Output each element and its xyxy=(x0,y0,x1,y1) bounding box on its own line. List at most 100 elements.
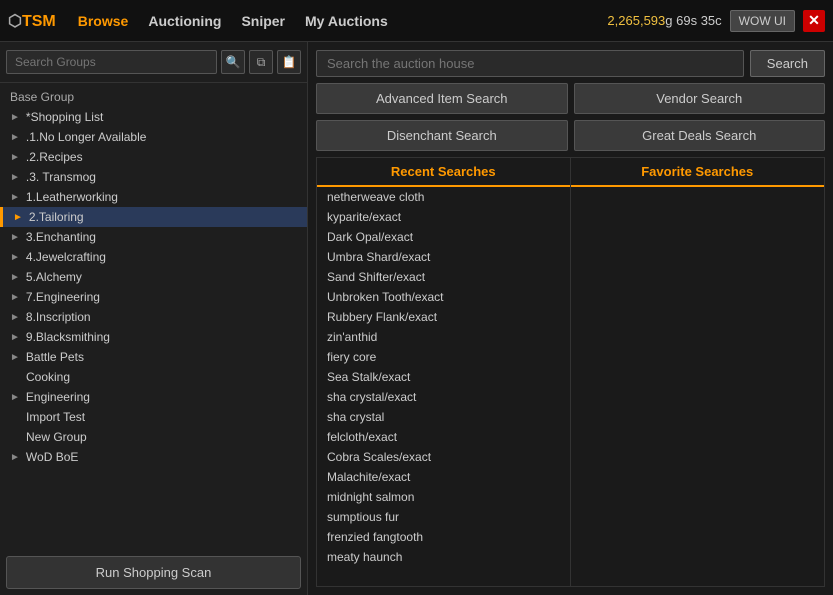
vendor-search-button[interactable]: Vendor Search xyxy=(574,83,826,114)
recent-search-item[interactable]: sha crystal/exact xyxy=(317,387,570,407)
tree-label: 5.Alchemy xyxy=(26,270,82,284)
main-layout: 🔍 ⧉ 📋 Base Group ► *Shopping List ► .1.N… xyxy=(0,42,833,595)
tree-label: WoD BoE xyxy=(26,450,78,464)
great-deals-search-button[interactable]: Great Deals Search xyxy=(574,120,826,151)
tree-label: 7.Engineering xyxy=(26,290,100,304)
recent-search-item[interactable]: Dark Opal/exact xyxy=(317,227,570,247)
recent-search-item[interactable]: sha crystal xyxy=(317,407,570,427)
tree-item-tailoring[interactable]: ► 2.Tailoring xyxy=(0,207,307,227)
tree-item-recipes[interactable]: ► .2.Recipes xyxy=(0,147,307,167)
tree-label: .3. Transmog xyxy=(26,170,96,184)
arrow-jc: ► xyxy=(10,252,20,263)
tree-label: New Group xyxy=(26,430,87,444)
run-shopping-scan-button[interactable]: Run Shopping Scan xyxy=(6,556,301,589)
recent-search-item[interactable]: zin'anthid xyxy=(317,327,570,347)
wow-ui-button[interactable]: WOW UI xyxy=(730,10,795,32)
recent-search-item[interactable]: fiery core xyxy=(317,347,570,367)
arrow-ins: ► xyxy=(10,312,20,323)
arrow-eng2: ► xyxy=(10,392,20,403)
advanced-item-search-button[interactable]: Advanced Item Search xyxy=(316,83,568,114)
arrow-wod: ► xyxy=(10,452,20,463)
tree-item-transmog[interactable]: ► .3. Transmog xyxy=(0,167,307,187)
recent-searches-header: Recent Searches xyxy=(317,158,570,187)
search-groups-icon-btn[interactable]: 🔍 xyxy=(221,50,245,74)
arrow-shopping-list: ► xyxy=(10,112,20,123)
tree-label: Battle Pets xyxy=(26,350,84,364)
close-button[interactable]: ✕ xyxy=(803,10,825,32)
search-button[interactable]: Search xyxy=(750,50,825,77)
tree-item-engineering2[interactable]: ► Engineering xyxy=(0,387,307,407)
recent-search-item[interactable]: felcloth/exact xyxy=(317,427,570,447)
tree-label: Import Test xyxy=(26,410,85,424)
tree-item-leatherworking[interactable]: ► 1.Leatherworking xyxy=(0,187,307,207)
tree-label: 9.Blacksmithing xyxy=(26,330,110,344)
search-groups-input[interactable] xyxy=(6,50,217,74)
group-search-row: 🔍 ⧉ 📋 xyxy=(0,42,307,83)
recent-search-item[interactable]: Sea Stalk/exact xyxy=(317,367,570,387)
tree-item-import-test[interactable]: Import Test xyxy=(0,407,307,427)
top-bar: ⬡TSM Browse Auctioning Sniper My Auction… xyxy=(0,0,833,42)
group-tree: Base Group ► *Shopping List ► .1.No Long… xyxy=(0,83,307,550)
arrow-tailoring: ► xyxy=(13,212,23,223)
nav-auctioning[interactable]: Auctioning xyxy=(138,13,231,29)
tree-label: *Shopping List xyxy=(26,110,103,124)
recent-search-item[interactable]: frenzied fangtooth xyxy=(317,527,570,547)
nav-my-auctions[interactable]: My Auctions xyxy=(295,13,398,29)
tree-item-jewelcrafting[interactable]: ► 4.Jewelcrafting xyxy=(0,247,307,267)
tree-item-alchemy[interactable]: ► 5.Alchemy xyxy=(0,267,307,287)
disenchant-search-button[interactable]: Disenchant Search xyxy=(316,120,568,151)
tree-label: Cooking xyxy=(26,370,70,384)
arrow-bs: ► xyxy=(10,332,20,343)
tree-item-cooking[interactable]: Cooking xyxy=(0,367,307,387)
tree-item-wod-boe[interactable]: ► WoD BoE xyxy=(0,447,307,467)
nav-browse[interactable]: Browse xyxy=(68,13,139,29)
tree-label: .1.No Longer Available xyxy=(26,130,147,144)
recent-search-item[interactable]: Unbroken Tooth/exact xyxy=(317,287,570,307)
recent-search-item[interactable]: Malachite/exact xyxy=(317,467,570,487)
recent-search-item[interactable]: kyparite/exact xyxy=(317,207,570,227)
recent-searches-list: netherweave clothkyparite/exactDark Opal… xyxy=(317,187,570,586)
arrow-recipes: ► xyxy=(10,152,20,163)
paste-icon-btn[interactable]: 📋 xyxy=(277,50,301,74)
arrow-bp: ► xyxy=(10,352,20,363)
favorite-searches-list xyxy=(571,187,825,586)
arrow-nla: ► xyxy=(10,132,20,143)
copy-icon-btn[interactable]: ⧉ xyxy=(249,50,273,74)
arrow-enchanting: ► xyxy=(10,232,20,243)
arrow-alchemy: ► xyxy=(10,272,20,283)
right-panel: Search Advanced Item Search Vendor Searc… xyxy=(308,42,833,595)
recent-search-item[interactable]: Rubbery Flank/exact xyxy=(317,307,570,327)
tree-label: 3.Enchanting xyxy=(26,230,96,244)
nav-sniper[interactable]: Sniper xyxy=(231,13,295,29)
recent-search-item[interactable]: netherweave cloth xyxy=(317,187,570,207)
recent-search-item[interactable]: meaty haunch xyxy=(317,547,570,567)
tree-item-battle-pets[interactable]: ► Battle Pets xyxy=(0,347,307,367)
left-panel: 🔍 ⧉ 📋 Base Group ► *Shopping List ► .1.N… xyxy=(0,42,308,595)
tree-label: 8.Inscription xyxy=(26,310,91,324)
recent-search-item[interactable]: midnight salmon xyxy=(317,487,570,507)
favorite-searches-header: Favorite Searches xyxy=(571,158,825,187)
top-right: 2,265,593g 69s 35c WOW UI ✕ xyxy=(607,10,825,32)
auction-search-row: Search xyxy=(316,50,825,77)
recent-search-item[interactable]: Umbra Shard/exact xyxy=(317,247,570,267)
recent-search-item[interactable]: Cobra Scales/exact xyxy=(317,447,570,467)
tree-item-new-group[interactable]: New Group xyxy=(0,427,307,447)
arrow-lw: ► xyxy=(10,192,20,203)
tree-item-no-longer-available[interactable]: ► .1.No Longer Available xyxy=(0,127,307,147)
tree-label: 1.Leatherworking xyxy=(26,190,118,204)
tree-item-enchanting[interactable]: ► 3.Enchanting xyxy=(0,227,307,247)
arrow-transmog: ► xyxy=(10,172,20,183)
tree-item-inscription[interactable]: ► 8.Inscription xyxy=(0,307,307,327)
gold-display: 2,265,593g 69s 35c xyxy=(607,13,721,28)
tree-label: Engineering xyxy=(26,390,90,404)
tree-item-shopping-list[interactable]: ► *Shopping List xyxy=(0,107,307,127)
recent-search-item[interactable]: sumptious fur xyxy=(317,507,570,527)
action-buttons: Advanced Item Search Vendor Search Disen… xyxy=(316,83,825,151)
tree-item-engineering[interactable]: ► 7.Engineering xyxy=(0,287,307,307)
auction-search-input[interactable] xyxy=(316,50,744,77)
recent-search-item[interactable]: Sand Shifter/exact xyxy=(317,267,570,287)
tree-item-blacksmithing[interactable]: ► 9.Blacksmithing xyxy=(0,327,307,347)
tree-label: 2.Tailoring xyxy=(29,210,84,224)
favorite-searches-col: Favorite Searches xyxy=(571,158,825,586)
arrow-eng: ► xyxy=(10,292,20,303)
